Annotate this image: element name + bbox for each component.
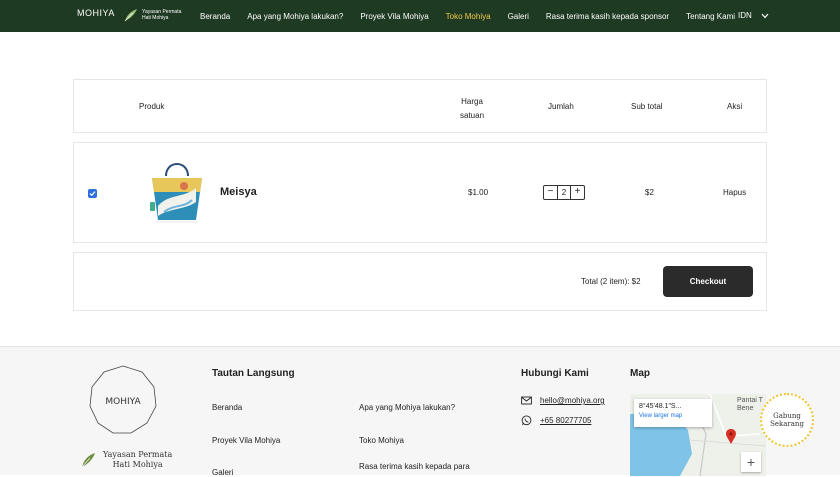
footer-link-apa-yang-mohiya-lakukan[interactable]: Apa yang Mohiya lakukan? — [359, 403, 455, 412]
header-quantity: Jumlah — [548, 102, 574, 111]
header-unit-price-line1: Harga — [461, 97, 483, 106]
nav-links: Beranda Apa yang Mohiya lakukan? Proyek … — [200, 0, 752, 32]
foundation-logo[interactable]: Yayasan Permata Hati Mohiya — [123, 8, 181, 22]
nav-link-tentang-kami[interactable]: Tentang Kami — [686, 12, 735, 21]
whatsapp-icon — [521, 415, 532, 426]
view-larger-map-link[interactable]: View larger map — [639, 413, 707, 419]
remove-item-link[interactable]: Hapus — [723, 188, 746, 197]
phone-link[interactable]: +65 80277705 — [540, 416, 591, 425]
mail-icon — [521, 396, 532, 405]
mohiya-logo[interactable]: MOHIYA — [77, 8, 115, 18]
footer: MOHIYA Yayasan Permata Hati Mohiya Tauta… — [0, 346, 840, 477]
item-checkbox[interactable] — [88, 189, 97, 198]
quick-links-title: Tautan Langsung — [212, 368, 295, 379]
quantity-stepper: − 2 + — [543, 185, 585, 200]
map-coordinates: 8°45'48.1"S... — [639, 403, 682, 410]
header-subtotal: Sub total — [631, 102, 663, 111]
language-selector[interactable]: IDN — [738, 11, 769, 20]
cart-table-header: Produk Harga satuan Jumlah Sub total Aks… — [73, 79, 767, 133]
contact-phone[interactable]: +65 80277705 — [521, 415, 591, 426]
leaf-icon — [81, 453, 95, 468]
cart-row: Meisya $1.00 − 2 + $2 Hapus — [73, 142, 767, 243]
quantity-value[interactable]: 2 — [557, 186, 571, 199]
item-subtotal: $2 — [645, 188, 654, 197]
mohiya-footer-logo[interactable]: MOHIYA — [87, 364, 159, 436]
footer-foundation-logo[interactable]: Yayasan Permata Hati Mohiya — [79, 450, 172, 470]
language-label: IDN — [738, 11, 752, 20]
footer-link-galeri[interactable]: Galeri — [212, 468, 233, 477]
total-label: Total (2 item): $2 — [581, 277, 641, 286]
nav-link-sponsor[interactable]: Rasa terima kasih kepada sponsor — [546, 12, 669, 21]
cart-total-bar: Total (2 item): $2 Checkout — [73, 252, 767, 311]
header-unit-price-line2: satuan — [460, 111, 485, 120]
map-embed[interactable]: 8°45'48.1"S... View larger map Pantai T … — [630, 394, 766, 476]
join-now-badge[interactable]: Gabung Sekarang — [760, 393, 814, 447]
quantity-increase-button[interactable]: + — [571, 186, 584, 199]
footer-link-beranda[interactable]: Beranda — [212, 403, 242, 412]
check-icon — [89, 191, 96, 197]
footer-logo-text: MOHIYA — [105, 397, 141, 407]
product-name[interactable]: Meisya — [220, 186, 257, 198]
footer-link-proyek-vila-mohiya[interactable]: Proyek Vila Mohiya — [212, 436, 280, 445]
product-image[interactable] — [144, 158, 210, 228]
header-product: Produk — [139, 102, 165, 111]
top-navigation: MOHIYA Yayasan Permata Hati Mohiya Beran… — [0, 0, 840, 32]
leaf-icon — [124, 9, 137, 22]
unit-price: $1.00 — [468, 188, 489, 197]
email-link[interactable]: hello@mohiya.org — [540, 396, 605, 405]
nav-link-apa-yang-mohiya-lakukan[interactable]: Apa yang Mohiya lakukan? — [247, 12, 343, 21]
map-zoom-in-button[interactable]: + — [741, 452, 761, 472]
header-action: Aksi — [727, 102, 743, 111]
map-title: Map — [630, 368, 650, 379]
foundation-logo-line2: Hati Mohiya — [142, 15, 169, 21]
nav-link-galeri[interactable]: Galeri — [508, 12, 529, 21]
footer-foundation-line1: Yayasan Permata — [103, 450, 173, 459]
nav-link-proyek-vila-mohiya[interactable]: Proyek Vila Mohiya — [360, 12, 428, 21]
checkout-button[interactable]: Checkout — [663, 266, 753, 297]
footer-link-sponsor[interactable]: Rasa terima kasih kepada para — [359, 462, 470, 471]
footer-link-toko-mohiya[interactable]: Toko Mohiya — [359, 436, 404, 445]
nav-link-beranda[interactable]: Beranda — [200, 12, 230, 21]
map-info-card: 8°45'48.1"S... View larger map — [634, 399, 712, 427]
contact-email[interactable]: hello@mohiya.org — [521, 395, 605, 406]
quantity-decrease-button[interactable]: − — [544, 186, 557, 199]
nav-link-toko-mohiya[interactable]: Toko Mohiya — [446, 12, 491, 21]
chevron-down-icon — [761, 13, 769, 18]
header-unit-price: Harga satuan — [460, 95, 484, 123]
contact-title: Hubungi Kami — [521, 368, 589, 379]
footer-foundation-line2: Hati Mohiya — [112, 460, 163, 469]
